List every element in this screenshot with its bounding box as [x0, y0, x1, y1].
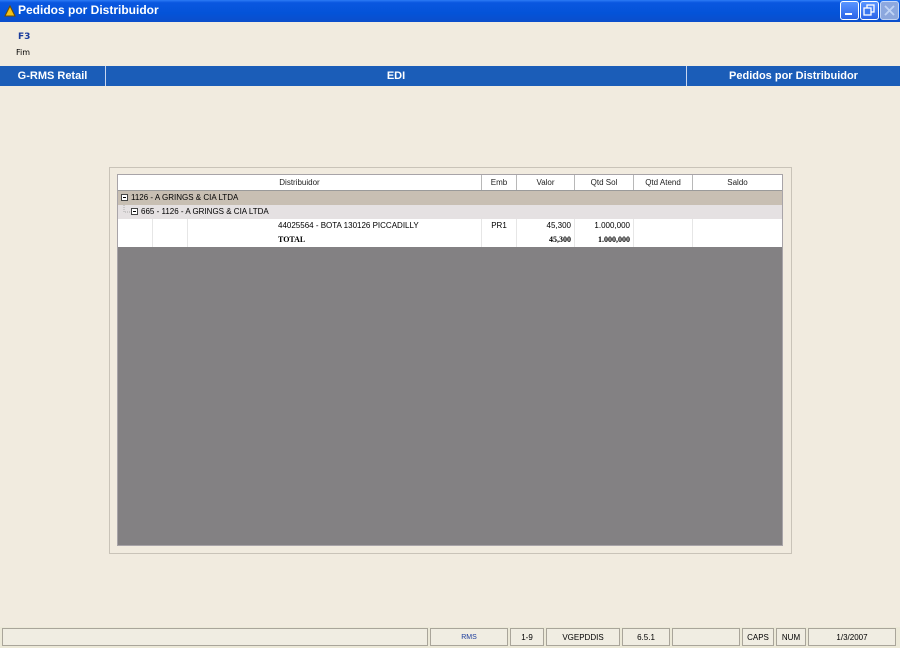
- indent-cell: [118, 219, 153, 233]
- cell-distribuidor: 44025564 - BOTA 130126 PICCADILLY: [188, 219, 482, 233]
- total-emb: [482, 233, 517, 247]
- cell-valor: 45,300: [517, 219, 575, 233]
- total-qtd-sol: 1.000,000: [575, 233, 634, 247]
- cell-qtd-atend: [634, 219, 693, 233]
- subgroup-label: 665 - 1126 - A GRINGS & CIA LTDA: [141, 207, 269, 216]
- cell-saldo: [693, 219, 782, 233]
- status-range: 1-9: [510, 628, 544, 646]
- distributor-grid[interactable]: Distribuidor Emb Valor Qtd Sol Qtd Atend…: [117, 174, 783, 546]
- col-header-emb[interactable]: Emb: [482, 175, 517, 190]
- status-caps: CAPS: [742, 628, 774, 646]
- col-header-qtd-sol[interactable]: Qtd Sol: [575, 175, 634, 190]
- window-title: Pedidos por Distribuidor: [18, 3, 159, 17]
- total-label: TOTAL: [188, 233, 482, 247]
- app-icon: [4, 4, 16, 17]
- module-header-bar: G-RMS Retail EDI Pedidos por Distribuido…: [0, 66, 900, 86]
- group-label: 1126 - A GRINGS & CIA LTDA: [131, 193, 239, 202]
- col-header-saldo[interactable]: Saldo: [693, 175, 782, 190]
- status-empty: [672, 628, 740, 646]
- indent-cell: [118, 233, 153, 247]
- minimize-icon: [845, 13, 852, 15]
- title-bar: Pedidos por Distribuidor: [0, 0, 900, 22]
- total-valor: 45,300: [517, 233, 575, 247]
- status-message: [2, 628, 428, 646]
- table-row[interactable]: 44025564 - BOTA 130126 PICCADILLY PR1 45…: [118, 219, 782, 234]
- group-row-subgroup[interactable]: 665 - 1126 - A GRINGS & CIA LTDA: [118, 205, 782, 219]
- status-bar: RMS 1-9 VGEPDDIS 6.5.1 CAPS NUM 1/3/2007: [0, 627, 900, 648]
- minimize-button[interactable]: [840, 1, 859, 20]
- col-header-valor[interactable]: Valor: [517, 175, 575, 190]
- total-qtd-atend: [634, 233, 693, 247]
- tree-connector-icon: [123, 205, 130, 213]
- collapse-icon[interactable]: [121, 194, 128, 201]
- status-date: 1/3/2007: [808, 628, 896, 646]
- grid-header: Distribuidor Emb Valor Qtd Sol Qtd Atend…: [118, 175, 782, 191]
- close-button[interactable]: [880, 1, 899, 20]
- cell-emb: PR1: [482, 219, 517, 233]
- restore-icon: [863, 4, 875, 16]
- status-rms: RMS: [430, 628, 508, 646]
- module-name: EDI: [106, 66, 687, 86]
- collapse-icon[interactable]: [131, 208, 138, 215]
- status-program: VGEPDDIS: [546, 628, 620, 646]
- system-name: G-RMS Retail: [0, 66, 106, 86]
- group-row-distributor[interactable]: 1126 - A GRINGS & CIA LTDA: [118, 191, 782, 205]
- indent-cell: [153, 219, 188, 233]
- close-icon: [884, 5, 895, 16]
- total-row: TOTAL 45,300 1.000,000: [118, 233, 782, 247]
- status-version: 6.5.1: [622, 628, 670, 646]
- col-header-distribuidor[interactable]: Distribuidor: [118, 175, 482, 190]
- total-saldo: [693, 233, 782, 247]
- indent-cell: [153, 233, 188, 247]
- col-header-qtd-atend[interactable]: Qtd Atend: [634, 175, 693, 190]
- cell-qtd-sol: 1.000,000: [575, 219, 634, 233]
- menu-shortcut-label[interactable]: Fim: [16, 48, 30, 57]
- restore-button[interactable]: [860, 1, 879, 20]
- screen-name: Pedidos por Distribuidor: [729, 70, 858, 82]
- menu-shortcut-key[interactable]: F3: [18, 32, 30, 42]
- status-num: NUM: [776, 628, 806, 646]
